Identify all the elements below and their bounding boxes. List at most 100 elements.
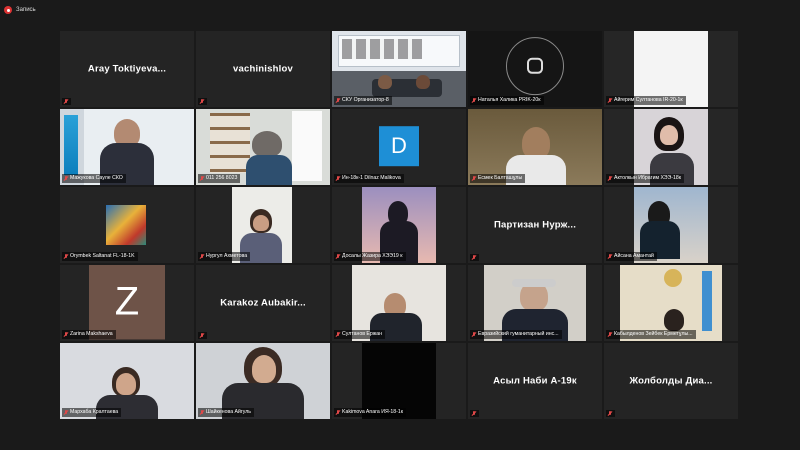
participant-tile[interactable]: Нургул Ахметова xyxy=(196,187,330,263)
instagram-icon xyxy=(527,57,543,74)
nameplate xyxy=(62,98,71,105)
nameplate: Евразийский гуманитарный инс... xyxy=(470,330,562,339)
participant-name: Ин-18к-1 Dilnaz Malikova xyxy=(342,175,401,181)
nameplate: Кабылденов Зейбек Ерметұлы... xyxy=(606,330,696,339)
nameplate: СКУ Организатор-8 xyxy=(334,96,392,105)
participant-tile[interactable]: D Ин-18к-1 Dilnaz Malikova xyxy=(332,109,466,185)
participant-avatar: Z xyxy=(89,265,165,340)
nameplate xyxy=(198,332,207,339)
mic-muted-icon xyxy=(64,254,68,259)
nameplate: Наталья Халика PRIK-20к xyxy=(470,96,544,105)
participant-name: Шайкенова Айгуль xyxy=(206,409,251,415)
record-icon xyxy=(4,6,12,14)
participant-tile[interactable]: Orymbek Saltanat FL-18-1K xyxy=(60,187,194,263)
participant-name: Досалы Жазира ХЭЭ19 к xyxy=(342,253,403,259)
nameplate: Мархаба Кралтаева xyxy=(62,408,122,417)
mic-muted-icon xyxy=(64,332,68,337)
participant-tile[interactable]: Karakoz Aubakir... xyxy=(196,265,330,341)
mic-muted-icon xyxy=(472,255,476,260)
nameplate: Шайкенова Айгуль xyxy=(198,408,254,417)
participant-name: Aray Toktiyeva... xyxy=(87,63,167,75)
nameplate: Zarina Makshaeva xyxy=(62,330,116,339)
mic-muted-icon xyxy=(608,98,612,103)
participant-tile[interactable]: Aray Toktiyeva... xyxy=(60,31,194,107)
mic-muted-icon xyxy=(608,254,612,259)
recording-indicator: Запись xyxy=(4,4,36,16)
nameplate: Султанов Ержан xyxy=(334,330,385,339)
mic-muted-icon xyxy=(336,98,340,103)
mic-muted-icon xyxy=(472,98,476,103)
mic-muted-icon xyxy=(64,176,68,181)
participant-name: 011 256 8023 xyxy=(206,175,238,181)
participant-name: Orymbek Saltanat FL-18-1K xyxy=(70,253,135,259)
participant-name: Есмек Балташұлы xyxy=(478,175,523,181)
mic-muted-icon xyxy=(336,332,340,337)
nameplate: Мажукова Сауле СКО xyxy=(62,174,126,183)
participant-tile[interactable]: Актолкын Ибрагим ХЭЭ-18к xyxy=(604,109,738,185)
mic-muted-icon xyxy=(472,176,476,181)
participant-tile[interactable]: 011 256 8023 xyxy=(196,109,330,185)
participant-tile[interactable]: Мархаба Кралтаева xyxy=(60,343,194,419)
participant-avatar: D xyxy=(379,126,419,167)
mic-muted-icon xyxy=(200,99,204,104)
participant-name: Айсана Амантай xyxy=(614,253,654,259)
nameplate: Актолкын Ибрагим ХЭЭ-18к xyxy=(606,174,684,183)
participant-tile[interactable]: Kakimova Anara ИЯ-18-1к xyxy=(332,343,466,419)
nameplate xyxy=(198,98,207,105)
participant-name: Султанов Ержан xyxy=(342,331,382,337)
participant-tile[interactable]: Айсана Амантай xyxy=(604,187,738,263)
participant-tile[interactable]: Шайкенова Айгуль xyxy=(196,343,330,419)
nameplate xyxy=(606,410,615,417)
participant-tile[interactable]: Кабылденов Зейбек Ерметұлы... xyxy=(604,265,738,341)
participant-name: Мажукова Сауле СКО xyxy=(70,175,123,181)
participant-name: Асыл Наби А-19к xyxy=(493,375,577,387)
participant-tile[interactable]: Наталья Халика PRIK-20к xyxy=(468,31,602,107)
participant-tile-active-speaker[interactable]: СКУ Организатор-8 xyxy=(332,31,466,107)
participant-tile[interactable]: Партизан Нурж... xyxy=(468,187,602,263)
nameplate xyxy=(470,410,479,417)
participant-name: Айгерим Султанова IR-20-1к xyxy=(614,97,683,103)
participant-name: Жолболды Диа... xyxy=(629,375,713,387)
participant-tile[interactable]: Евразийский гуманитарный инс... xyxy=(468,265,602,341)
participant-name: Партизан Нурж... xyxy=(493,219,577,231)
participant-name: Актолкын Ибрагим ХЭЭ-18к xyxy=(614,175,681,181)
mic-muted-icon xyxy=(472,411,476,416)
participant-name: Мархаба Кралтаева xyxy=(70,409,119,415)
gallery-grid: Aray Toktiyeva... vachinishlov СКУ Орган… xyxy=(60,31,738,419)
participant-name: Kakimova Anara ИЯ-18-1к xyxy=(342,409,404,415)
participant-tile[interactable]: Есмек Балташұлы xyxy=(468,109,602,185)
participant-name: Кабылденов Зейбек Ерметұлы... xyxy=(614,331,693,337)
mic-muted-icon xyxy=(200,254,204,259)
nameplate: Kakimova Anara ИЯ-18-1к xyxy=(334,408,407,417)
participant-tile[interactable]: Жолболды Диа... xyxy=(604,343,738,419)
participant-name: Нургул Ахметова xyxy=(206,253,248,259)
participant-tile[interactable]: Досалы Жазира ХЭЭ19 к xyxy=(332,187,466,263)
participant-tile[interactable]: Z Zarina Makshaeva xyxy=(60,265,194,341)
participant-name: Karakoz Aubakir... xyxy=(220,297,306,309)
mic-muted-icon xyxy=(608,176,612,181)
mic-muted-icon xyxy=(608,332,612,337)
recording-label: Запись xyxy=(16,7,36,13)
nameplate: Orymbek Saltanat FL-18-1K xyxy=(62,252,138,261)
mic-muted-icon xyxy=(336,176,340,181)
nameplate: Досалы Жазира ХЭЭ19 к xyxy=(334,252,406,261)
mic-muted-icon xyxy=(336,254,340,259)
participant-tile[interactable]: Асыл Наби А-19к xyxy=(468,343,602,419)
mic-muted-icon xyxy=(64,99,68,104)
nameplate: Есмек Балташұлы xyxy=(470,174,526,183)
nameplate: Айгерим Султанова IR-20-1к xyxy=(606,96,686,105)
nameplate: 011 256 8023 xyxy=(198,174,241,183)
participant-name: vachinishlov xyxy=(233,63,293,75)
participant-tile[interactable]: Султанов Ержан xyxy=(332,265,466,341)
mic-muted-icon xyxy=(608,411,612,416)
participant-tile[interactable]: Мажукова Сауле СКО xyxy=(60,109,194,185)
mic-muted-icon xyxy=(200,410,204,415)
mic-muted-icon xyxy=(64,410,68,415)
participant-tile[interactable]: vachinishlov xyxy=(196,31,330,107)
participant-name: Zarina Makshaeva xyxy=(70,331,113,337)
participant-name: Наталья Халика PRIK-20к xyxy=(478,97,541,103)
participant-name: СКУ Организатор-8 xyxy=(342,97,389,103)
nameplate: Нургул Ахметова xyxy=(198,252,251,261)
participant-tile[interactable]: Айгерим Султанова IR-20-1к xyxy=(604,31,738,107)
mic-muted-icon xyxy=(200,333,204,338)
